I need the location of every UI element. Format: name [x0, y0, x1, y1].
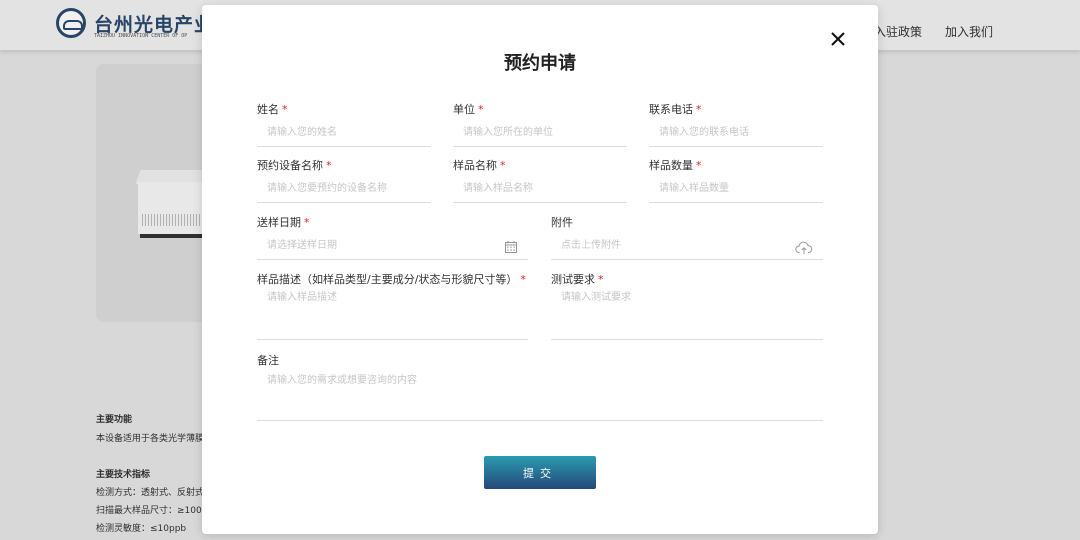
phone-label: 联系电话 * [649, 103, 702, 116]
cloud-upload-icon[interactable] [795, 241, 813, 255]
name-input[interactable] [257, 119, 431, 147]
required-mark: * [520, 273, 526, 286]
required-mark: * [696, 103, 702, 116]
unit-input[interactable] [453, 119, 627, 147]
sample-description-textarea[interactable] [257, 291, 528, 340]
booking-modal: 预约申请 姓名* 单位* 联系电话* 预约设备名称* 样品名称* 样品数量* 送… [202, 5, 878, 534]
remark-label: 备注 [257, 354, 279, 367]
submit-button[interactable]: 提交 [484, 456, 596, 489]
attachment-field-group: 附件 [551, 214, 823, 260]
name-field-group: 姓名 * [257, 101, 431, 147]
attachment-input[interactable] [551, 232, 823, 260]
phone-field-group: 联系电话 * [649, 101, 823, 147]
required-mark: * [304, 216, 310, 229]
unit-label: 单位 * [453, 103, 484, 116]
sample-quantity-label: 样品数量 * [649, 159, 702, 172]
close-button[interactable] [828, 29, 848, 49]
attachment-label: 附件 [551, 216, 573, 229]
sample-quantity-input[interactable] [649, 175, 823, 203]
sample-quantity-field-group: 样品数量 * [649, 157, 823, 203]
sample-description-field-group: 样品描述（如样品类型/主要成分/状态与形貌尺寸等） * [257, 271, 528, 340]
required-mark: * [696, 159, 702, 172]
calendar-icon[interactable] [504, 240, 518, 254]
required-mark: * [478, 103, 484, 116]
name-label: 姓名 * [257, 103, 288, 116]
remark-textarea[interactable] [257, 374, 823, 421]
modal-title: 预约申请 [504, 53, 576, 74]
device-input[interactable] [257, 175, 431, 203]
test-requirement-field-group: 测试要求 * [551, 271, 823, 340]
close-icon [831, 32, 845, 46]
required-mark: * [500, 159, 506, 172]
test-requirement-textarea[interactable] [551, 291, 823, 340]
sample-name-label: 样品名称 * [453, 159, 506, 172]
required-mark: * [598, 273, 604, 286]
phone-input[interactable] [649, 119, 823, 147]
device-field-group: 预约设备名称 * [257, 157, 431, 203]
test-requirement-label: 测试要求 * [551, 273, 604, 286]
required-mark: * [326, 159, 332, 172]
send-date-label: 送样日期 * [257, 216, 310, 229]
device-label: 预约设备名称 * [257, 159, 332, 172]
remark-field-group: 备注 [257, 352, 823, 421]
sample-description-label: 样品描述（如样品类型/主要成分/状态与形貌尺寸等） * [257, 273, 526, 286]
required-mark: * [282, 103, 288, 116]
unit-field-group: 单位 * [453, 101, 627, 147]
send-date-input[interactable] [257, 232, 528, 260]
sample-name-field-group: 样品名称 * [453, 157, 627, 203]
send-date-field-group: 送样日期 * [257, 214, 528, 260]
sample-name-input[interactable] [453, 175, 627, 203]
